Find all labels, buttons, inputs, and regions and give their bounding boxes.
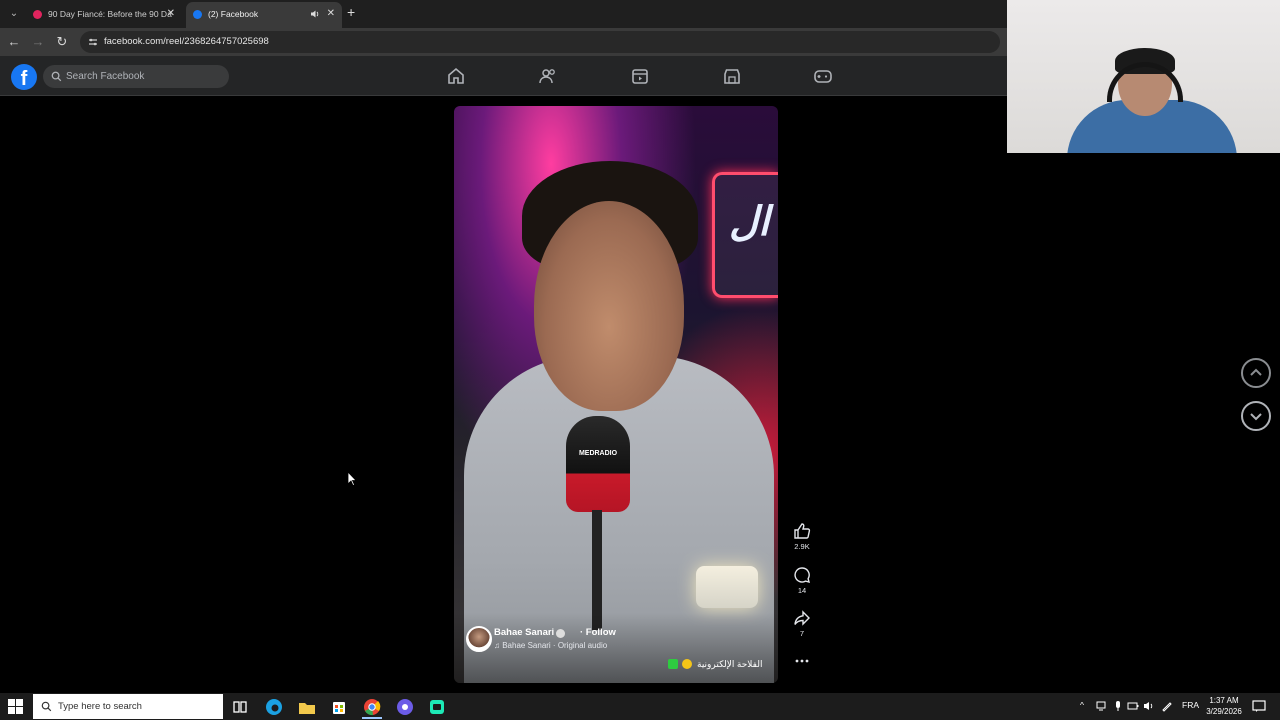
reload-button[interactable]: ↻ — [54, 34, 70, 50]
clock-time: 1:37 AM — [1209, 696, 1239, 705]
like-icon — [794, 523, 811, 539]
chrome-icon[interactable] — [362, 697, 382, 717]
facebook-search[interactable] — [43, 65, 229, 88]
chevron-up-icon — [1250, 368, 1262, 376]
tab-close-icon[interactable]: ✕ — [167, 2, 175, 26]
share-icon — [794, 610, 810, 626]
desk-lamp — [696, 566, 758, 608]
verified-icon — [556, 629, 565, 638]
volume-icon[interactable] — [1143, 700, 1155, 712]
forward-button[interactable]: → — [30, 34, 46, 50]
search-icon — [41, 701, 52, 712]
notification-icon[interactable] — [1252, 699, 1266, 713]
new-tab-button[interactable]: + — [347, 4, 355, 20]
tab-facebook[interactable]: (2) Facebook ✕ — [186, 2, 342, 28]
search-icon — [51, 71, 62, 82]
like-button[interactable]: 2.9K — [786, 522, 818, 551]
gaming-icon[interactable] — [813, 66, 833, 86]
smile-emoji-icon — [682, 659, 692, 669]
mic-stand — [592, 510, 602, 630]
speaker-icon[interactable] — [310, 9, 320, 19]
store-icon[interactable] — [329, 697, 349, 717]
browser-tab-strip: ⌄ 90 Day Fiancé: Before the 90 Da ✕ (2) … — [0, 0, 1007, 28]
taskbar-search-placeholder: Type here to search — [58, 701, 142, 712]
more-icon — [795, 659, 809, 663]
share-button[interactable]: 7 — [786, 609, 818, 638]
facebook-favicon-icon — [193, 10, 202, 19]
microphone — [566, 416, 630, 512]
author-name[interactable]: Bahae Sanari — [494, 627, 554, 638]
comment-icon — [794, 567, 810, 583]
comment-count: 14 — [797, 586, 807, 595]
site-info-icon[interactable] — [88, 37, 98, 47]
windows-start-icon[interactable] — [8, 699, 23, 714]
friends-icon[interactable] — [538, 66, 558, 86]
search-input[interactable] — [66, 65, 216, 88]
more-options-button[interactable] — [786, 652, 818, 670]
marketplace-icon[interactable] — [722, 66, 742, 86]
reel-video[interactable]: ال MEDRADIO Bahae Sanari · Follow ♫ Baha… — [454, 106, 778, 683]
author-avatar[interactable] — [466, 626, 492, 652]
file-explorer-icon[interactable] — [297, 697, 317, 717]
video-person-face — [534, 201, 684, 411]
clock[interactable]: 1:37 AM 3/29/2026 — [1200, 695, 1248, 717]
screen: ⌄ 90 Day Fiancé: Before the 90 Da ✕ (2) … — [0, 0, 1280, 720]
neon-sign: ال — [712, 172, 778, 298]
check-emoji-icon — [668, 659, 678, 669]
tab-title: (2) Facebook — [208, 9, 259, 19]
app-icon-purple[interactable] — [395, 697, 415, 717]
edge-icon[interactable] — [264, 697, 284, 717]
share-count: 7 — [799, 629, 805, 638]
language-indicator[interactable]: FRA — [1182, 700, 1199, 710]
back-button[interactable]: ← — [6, 34, 22, 50]
next-reel-button[interactable] — [1241, 401, 1271, 431]
microphone-icon[interactable] — [1112, 700, 1124, 712]
like-count: 2.9K — [794, 542, 810, 551]
windows-taskbar: Type here to search ^ FRA 1:37 AM 3/29/2… — [0, 693, 1280, 720]
mic-brand-label: MEDRADIO — [578, 450, 618, 457]
show-hidden-icons-icon[interactable]: ^ — [1080, 700, 1084, 710]
facebook-header: f — [0, 56, 1007, 96]
clock-date: 3/29/2026 — [1206, 707, 1242, 716]
comment-button[interactable]: 14 — [786, 566, 818, 595]
address-toolbar: ← → ↻ facebook.com/reel/2368264757025698 — [0, 28, 1007, 56]
tab-favicon-icon — [33, 10, 42, 19]
taskbar-search[interactable]: Type here to search — [33, 694, 223, 719]
url-text[interactable]: facebook.com/reel/2368264757025698 — [104, 36, 269, 47]
chrome-active-indicator — [362, 717, 382, 719]
webcam-overlay — [1007, 0, 1280, 153]
facebook-logo[interactable]: f — [11, 64, 37, 90]
tab-title: 90 Day Fiancé: Before the 90 Da — [48, 9, 172, 19]
task-view-icon[interactable] — [230, 697, 250, 717]
video-icon[interactable] — [630, 66, 650, 86]
pen-icon[interactable] — [1161, 700, 1173, 712]
home-icon[interactable] — [446, 66, 466, 86]
mouse-cursor-icon — [348, 472, 357, 486]
tab-90-day-fiance[interactable]: 90 Day Fiancé: Before the 90 Da ✕ — [26, 2, 182, 28]
follow-button[interactable]: · Follow — [580, 627, 616, 638]
app-icon-green[interactable] — [427, 697, 447, 717]
battery-icon[interactable] — [1127, 700, 1139, 712]
reel-caption: الفلاحة الإلكترونية — [697, 659, 763, 669]
previous-reel-button[interactable] — [1241, 358, 1271, 388]
tab-search-icon[interactable]: ⌄ — [6, 6, 22, 22]
chevron-down-icon — [1250, 413, 1262, 421]
tab-close-icon[interactable]: ✕ — [327, 2, 335, 26]
url-bar[interactable]: facebook.com/reel/2368264757025698 — [80, 31, 1000, 53]
audio-label[interactable]: ♫ Bahae Sanari · Original audio — [494, 641, 607, 650]
network-icon[interactable] — [1095, 700, 1107, 712]
